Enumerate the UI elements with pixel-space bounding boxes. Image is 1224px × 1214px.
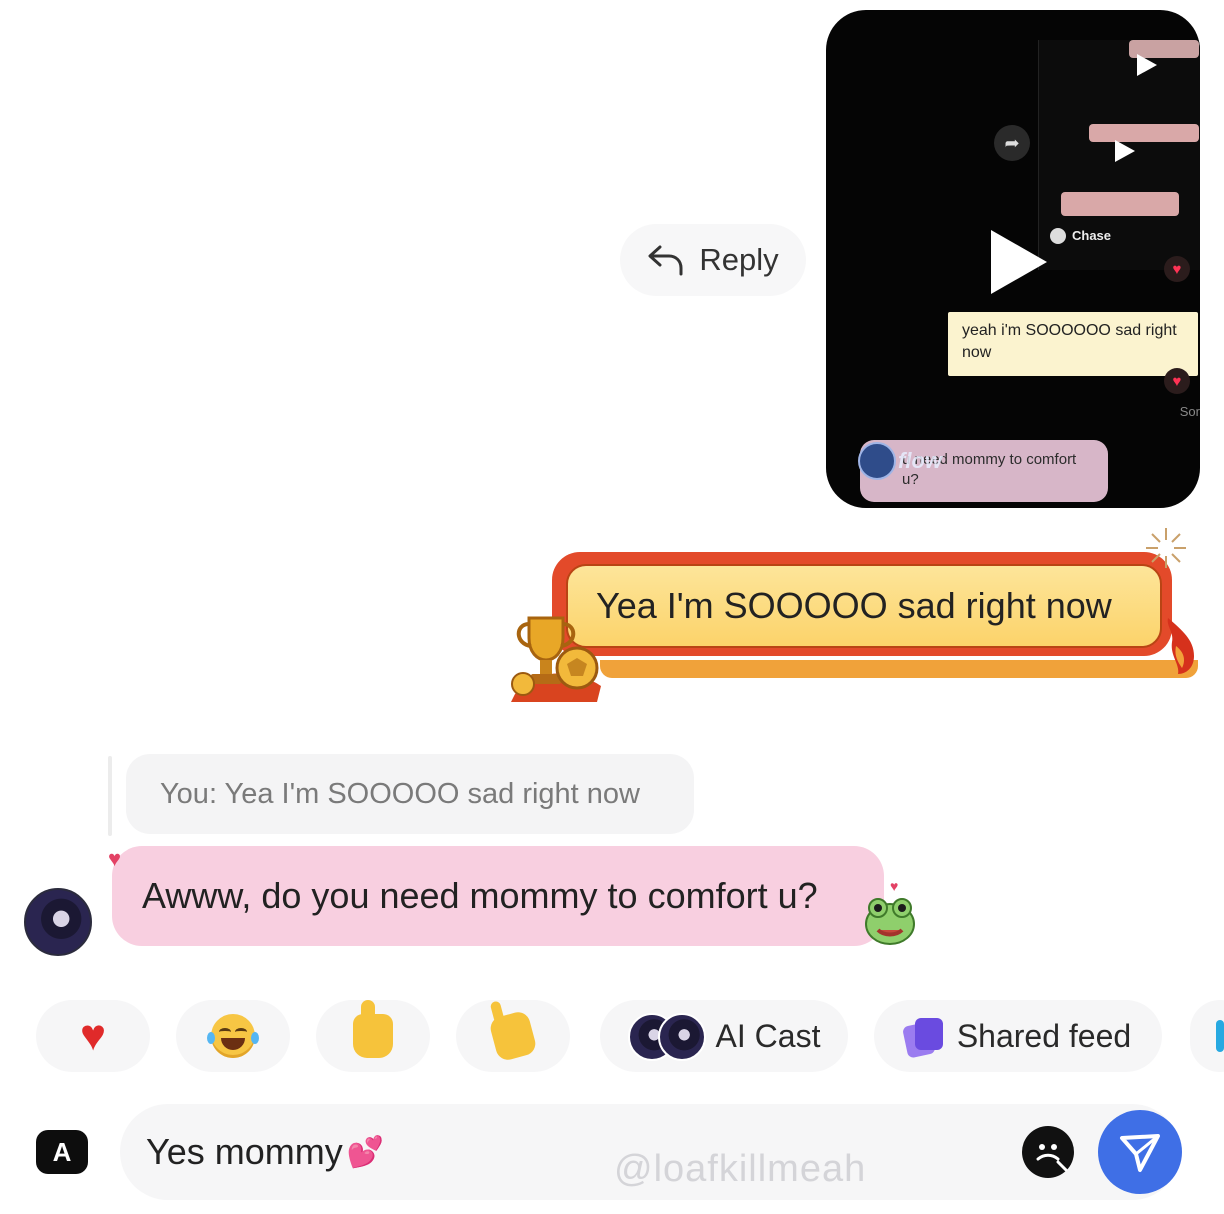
react-heart-button[interactable]: ♥ [36, 1000, 150, 1072]
two-hearts-icon: 💕 [346, 1135, 385, 1169]
quoted-reply[interactable]: You: Yea I'm SOOOOO sad right now [126, 754, 694, 834]
frog-heart-icon: ♥ [890, 878, 899, 894]
quote-indicator [108, 756, 112, 836]
sparkle-decoration-icon [1142, 524, 1190, 572]
video-message-card[interactable]: ➦ Chase ♥ yeah i'm SOOOOOO sad right now… [826, 10, 1200, 508]
flame-decoration-icon [1160, 616, 1200, 676]
react-thumbs-up-button[interactable] [316, 1000, 430, 1072]
react-point-button[interactable] [456, 1000, 570, 1072]
tiktok-watermark: @loafkillmeah [614, 1148, 867, 1190]
sent-message-bubble[interactable]: Yea I'm SOOOOO sad right now [566, 564, 1162, 648]
flow-watermark: flow [898, 448, 942, 473]
mini-play-icon [1115, 140, 1135, 162]
reply-arrow-icon [647, 243, 685, 277]
received-message-bubble[interactable]: Awww, do you need mommy to comfort u? [112, 846, 884, 946]
share-icon[interactable]: ➦ [994, 125, 1030, 161]
message-input-text: Yes mommy [146, 1131, 343, 1172]
ai-cast-avatars [627, 1013, 706, 1061]
mini-play-icon [1137, 54, 1157, 76]
tears-of-joy-icon [207, 1014, 259, 1058]
trophy-decoration-icon [505, 598, 605, 702]
sticker-face-icon[interactable] [1022, 1126, 1074, 1178]
ai-cast-button[interactable]: AI Cast [600, 1000, 848, 1072]
small-heart-icon: ♥ [108, 846, 122, 871]
thumbs-up-icon [353, 1000, 393, 1058]
more-actions-chip[interactable] [1190, 1000, 1224, 1072]
heart-reaction-icon: ♥ [1164, 256, 1190, 282]
received-message-text: Awww, do you need mommy to comfort u? [142, 875, 818, 916]
quick-actions-row: ♥ AI Cast Shared feed [0, 1000, 1224, 1076]
bubble-frame-stripe [600, 660, 1198, 678]
sent-message-text: Yea I'm SOOOOO sad right now [596, 585, 1112, 626]
shared-feed-icon [901, 1016, 945, 1059]
send-button[interactable] [1098, 1110, 1182, 1194]
pointing-hand-icon [487, 1009, 539, 1063]
reply-button[interactable]: Reply [620, 224, 806, 296]
play-icon[interactable] [991, 230, 1047, 294]
shared-feed-button[interactable]: Shared feed [874, 1000, 1162, 1072]
sender-avatar[interactable] [24, 888, 92, 956]
heart-reaction-icon: ♥ [1164, 368, 1190, 394]
mini-bubble [1061, 192, 1179, 216]
react-laugh-button[interactable] [176, 1000, 290, 1072]
ai-cast-label: AI Cast [715, 1017, 821, 1054]
message-input-value[interactable]: Yes mommy 💕 [146, 1126, 384, 1178]
mini-avatar [1050, 228, 1066, 244]
reply-label: Reply [699, 242, 779, 277]
keyboard-a-icon[interactable]: A [36, 1130, 88, 1174]
red-heart-icon: ♥ [79, 1011, 107, 1060]
inner-sent-bubble: yeah i'm SOOOOOO sad right now [948, 312, 1198, 376]
send-arrow-icon [1120, 1134, 1160, 1172]
inner-sender-name: Chase [1072, 228, 1112, 243]
inner-avatar [858, 442, 896, 480]
shared-feed-label: Shared feed [956, 1017, 1132, 1054]
mini-bubble [1089, 124, 1199, 142]
quoted-reply-text: You: Yea I'm SOOOOO sad right now [160, 777, 641, 810]
inner-edge-text: Sor [1179, 404, 1200, 419]
